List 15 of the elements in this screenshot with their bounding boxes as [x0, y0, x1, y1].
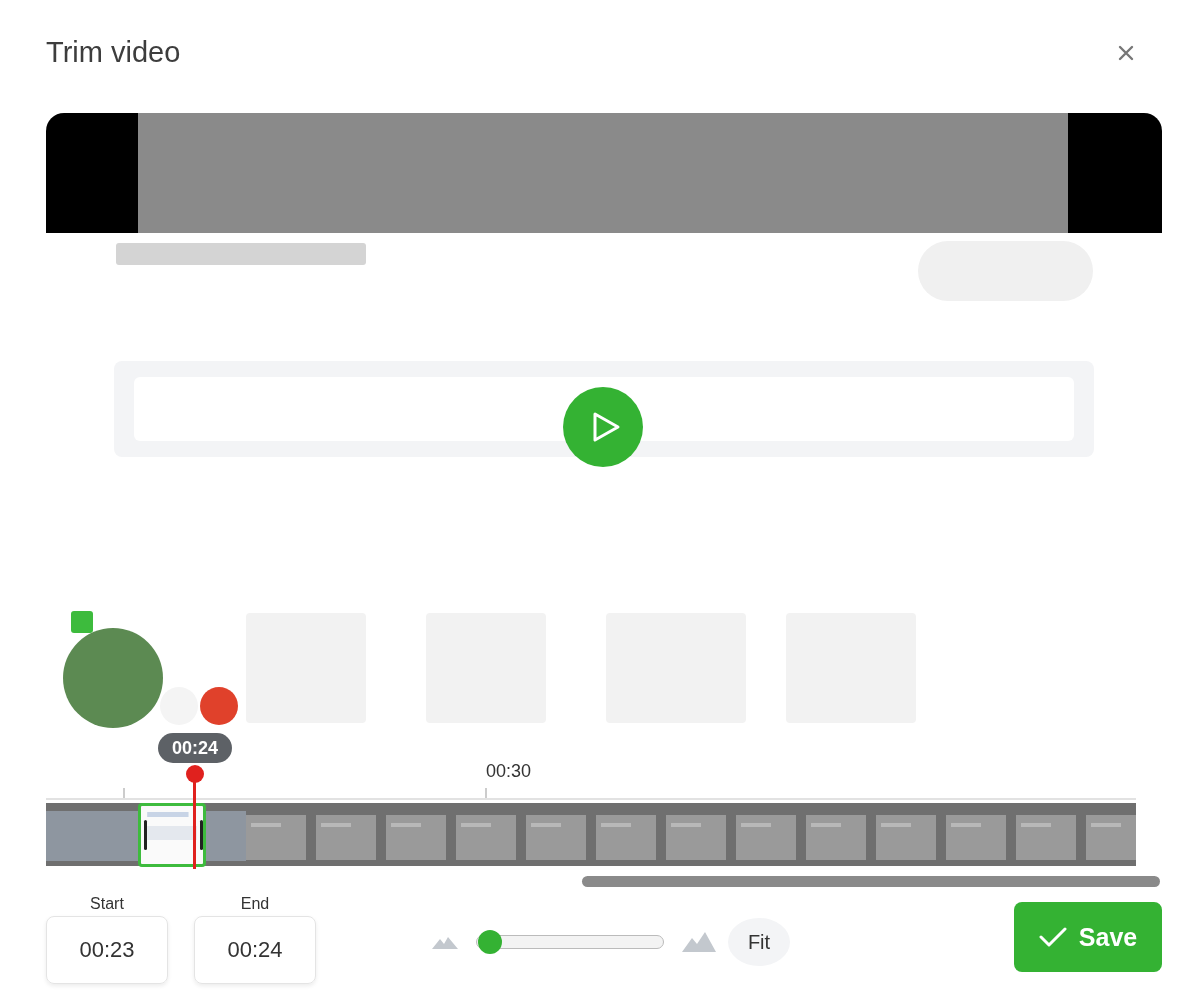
- play-icon: [591, 411, 621, 443]
- slider-thumb[interactable]: [478, 930, 502, 954]
- start-label: Start: [90, 895, 124, 913]
- end-label: End: [240, 895, 270, 913]
- end-time-field[interactable]: 00:24: [194, 916, 316, 984]
- scrollbar[interactable]: [582, 876, 1160, 887]
- close-icon: [1118, 44, 1134, 61]
- start-time-field[interactable]: 00:23: [46, 916, 168, 984]
- playhead-time: 00:24: [158, 733, 232, 763]
- fit-button[interactable]: Fit: [728, 918, 790, 966]
- mountain-icon: [682, 932, 716, 952]
- time-label: 00:30: [486, 761, 532, 782]
- dialog-title: Trim video: [46, 36, 181, 69]
- mountain-icon: [432, 935, 458, 949]
- check-icon: [1038, 926, 1067, 948]
